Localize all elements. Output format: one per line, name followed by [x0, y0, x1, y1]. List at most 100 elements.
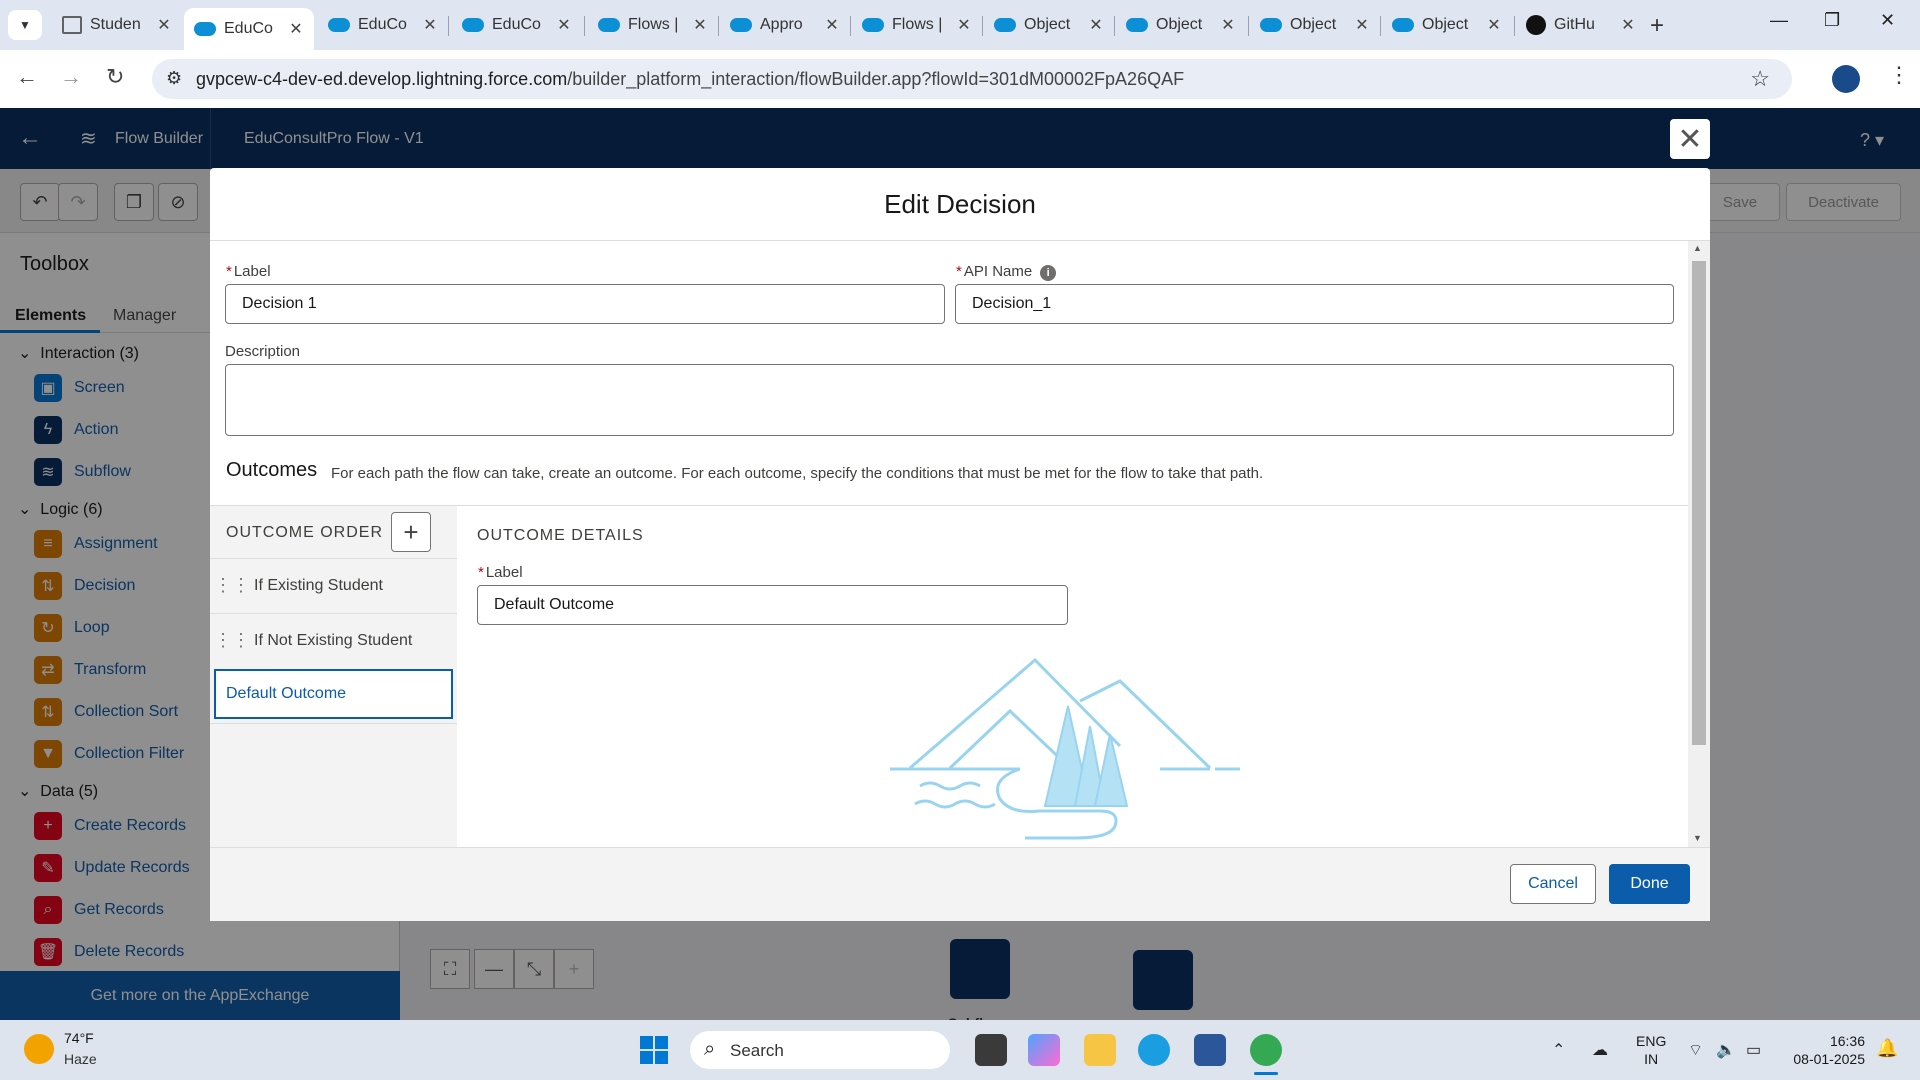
browser-tab[interactable]: Flows | ✕: [588, 8, 718, 42]
tab-title: EduCo: [358, 16, 407, 33]
drag-handle-icon[interactable]: ⋮⋮: [210, 575, 254, 596]
done-button[interactable]: Done: [1609, 864, 1690, 904]
browser-tab[interactable]: Flows | ✕: [852, 8, 982, 42]
api-name-input[interactable]: Decision_1: [955, 284, 1674, 324]
close-icon[interactable]: ✕: [956, 15, 972, 35]
modal-close-icon[interactable]: ✕: [1670, 119, 1710, 159]
close-icon[interactable]: ✕: [1620, 15, 1636, 35]
outcome-item-selected[interactable]: Default Outcome: [214, 669, 453, 719]
add-outcome-button[interactable]: +: [391, 512, 431, 552]
label-text: Label: [485, 564, 523, 581]
forward-icon[interactable]: →: [60, 64, 82, 90]
onedrive-icon[interactable]: ☁: [1592, 1040, 1608, 1060]
chrome-icon[interactable]: [1250, 1034, 1282, 1066]
weather-icon[interactable]: [24, 1034, 54, 1064]
close-icon[interactable]: ✕: [288, 19, 304, 39]
tab-title: Flows |: [892, 16, 943, 33]
close-icon[interactable]: ✕: [1088, 15, 1104, 35]
outcome-item[interactable]: ⋮⋮ If Existing Student: [210, 558, 457, 612]
lang-region: IN: [1644, 1051, 1659, 1067]
browser-tab[interactable]: Object ✕: [984, 8, 1114, 42]
mountain-illustration: [890, 657, 1240, 840]
salesforce-icon: [994, 18, 1016, 32]
close-icon[interactable]: ✕: [692, 15, 708, 35]
modal-footer: Cancel Done: [210, 847, 1710, 921]
api-name-text: API Name: [963, 263, 1033, 280]
browser-tab-active[interactable]: EduCo ✕: [184, 8, 314, 50]
close-icon[interactable]: ✕: [1486, 15, 1502, 35]
edit-decision-modal: Edit Decision * Label Decision 1 * API Nam…: [210, 168, 1710, 921]
notification-bell-icon[interactable]: 🔔: [1876, 1038, 1898, 1059]
close-icon[interactable]: ✕: [156, 15, 172, 35]
task-view-icon[interactable]: [975, 1034, 1007, 1066]
label-text: Label: [233, 263, 271, 280]
browser-tab[interactable]: Object ✕: [1250, 8, 1380, 42]
browser-tab[interactable]: Object ✕: [1382, 8, 1512, 42]
bookmark-star-icon[interactable]: ☆: [1750, 66, 1770, 92]
close-icon[interactable]: ✕: [824, 15, 840, 35]
close-icon[interactable]: ✕: [556, 15, 572, 35]
file-explorer-icon[interactable]: [1084, 1034, 1116, 1066]
description-textarea[interactable]: [225, 364, 1674, 436]
url-omnibox[interactable]: ⚙ gvpcew-c4-dev-ed.develop.lightning.for…: [152, 59, 1792, 99]
browser-tab[interactable]: Appro ✕: [720, 8, 850, 42]
outcome-label-input[interactable]: Default Outcome: [477, 585, 1068, 625]
tray-overflow-icon[interactable]: ⌃: [1552, 1040, 1565, 1060]
tab-title: EduCo: [224, 20, 273, 37]
site-settings-icon[interactable]: ⚙: [166, 68, 182, 89]
reload-icon[interactable]: ↻: [106, 64, 124, 90]
info-icon[interactable]: i: [1040, 265, 1057, 281]
browser-menu-icon[interactable]: ⋮: [1888, 62, 1910, 88]
store-icon[interactable]: [1194, 1034, 1226, 1066]
restore-icon[interactable]: ❐: [1824, 10, 1840, 31]
tab-title: Object: [1290, 16, 1337, 33]
weather-temp: 74°F: [64, 1030, 94, 1046]
wifi-icon[interactable]: ⌔: [1688, 1040, 1703, 1060]
tab-list-chevron-icon[interactable]: ▼: [8, 10, 42, 40]
windows-start-icon[interactable]: [640, 1036, 668, 1064]
outcome-label: If Existing Student: [254, 576, 383, 594]
browser-tab[interactable]: Studen ✕: [52, 8, 182, 42]
drag-handle-icon[interactable]: ⋮⋮: [210, 630, 254, 651]
close-icon[interactable]: ✕: [1220, 15, 1236, 35]
outcome-order-list: OUTCOME ORDERi + ⋮⋮If Existing Student ⋮…: [210, 506, 457, 847]
windows-taskbar: 74°F Haze ⌕ Search ⌃ ☁ ENG IN ⌔ 🔈 ▭ 16:36…: [0, 1020, 1920, 1080]
salesforce-icon: [1392, 18, 1414, 32]
close-icon[interactable]: ✕: [1354, 15, 1370, 35]
cancel-button[interactable]: Cancel: [1510, 864, 1596, 904]
salesforce-icon: [598, 18, 620, 32]
browser-tab[interactable]: GitHu ✕: [1516, 8, 1646, 42]
back-icon[interactable]: ←: [16, 64, 38, 90]
browser-tab[interactable]: EduCo ✕: [452, 8, 582, 42]
label-input[interactable]: Decision 1: [225, 284, 945, 324]
salesforce-icon: [730, 18, 752, 32]
browser-tab[interactable]: EduCo ✕: [318, 8, 448, 42]
salesforce-icon: [862, 18, 884, 32]
description-label: Description: [225, 343, 301, 360]
clock[interactable]: 16:36 08-01-2025: [1785, 1032, 1865, 1068]
window-close-icon[interactable]: ✕: [1880, 10, 1895, 31]
minimize-icon[interactable]: —: [1770, 10, 1788, 31]
profile-avatar[interactable]: [1832, 65, 1860, 93]
outcome-item[interactable]: ⋮⋮ If Not Existing Student: [210, 613, 457, 667]
api-name-field-label: * API Name i: [956, 263, 1057, 281]
modal-scrollbar[interactable]: ▲ ▼: [1688, 241, 1710, 847]
tab-title: GitHu: [1554, 16, 1595, 33]
search-icon: ⌕: [704, 1038, 716, 1060]
close-icon[interactable]: ✕: [422, 15, 438, 35]
browser-tab[interactable]: Object ✕: [1116, 8, 1246, 42]
outcome-label-field-label: * Label: [478, 564, 523, 581]
new-tab-plus-icon[interactable]: +: [1650, 12, 1664, 40]
battery-icon[interactable]: ▭: [1746, 1040, 1761, 1060]
language-indicator[interactable]: ENG IN: [1636, 1032, 1666, 1068]
taskbar-search[interactable]: ⌕ Search: [690, 1031, 950, 1069]
salesforce-icon: [1260, 18, 1282, 32]
search-text: Search: [730, 1041, 784, 1060]
modal-body: * Label Decision 1 * API Name i Decision_1 …: [210, 241, 1710, 847]
copilot-icon[interactable]: [1028, 1034, 1060, 1066]
weather-condition: Haze: [64, 1051, 97, 1067]
tab-title: Object: [1156, 16, 1203, 33]
edge-icon[interactable]: [1138, 1034, 1170, 1066]
browser-tab-bar: ▼ Studen ✕ EduCo ✕ EduCo ✕ EduCo ✕ Flows…: [0, 0, 1920, 50]
volume-icon[interactable]: 🔈: [1716, 1040, 1736, 1060]
